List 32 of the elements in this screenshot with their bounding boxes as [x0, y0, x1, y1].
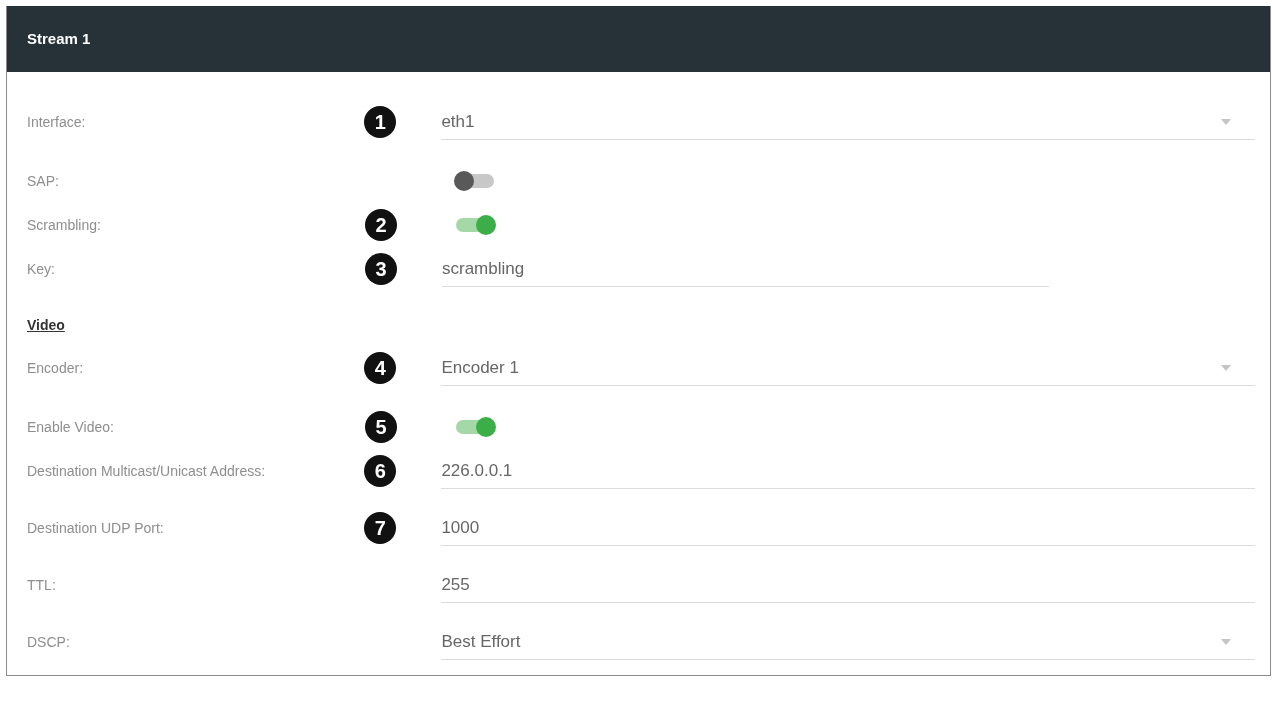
field-label: Encoder:: [27, 358, 85, 378]
text-field[interactable]: 1000: [441, 510, 1255, 546]
caret-down-icon: [1221, 364, 1231, 371]
callout-marker: 1: [364, 106, 397, 138]
field-label: Interface:: [27, 112, 87, 132]
dropdown-field[interactable]: Encoder 1: [441, 350, 1255, 386]
callout-marker: 2: [365, 209, 397, 241]
toggle-switch[interactable]: [454, 214, 496, 236]
field-label: TTL:: [27, 575, 57, 595]
field-label: DSCP:: [27, 632, 71, 652]
toggle-switch[interactable]: [454, 170, 496, 192]
field-label: Key:: [27, 259, 56, 279]
field-label: SAP:: [27, 171, 60, 191]
callout-marker: 4: [364, 352, 397, 384]
dropdown-field[interactable]: Best Effort: [441, 624, 1255, 660]
field-label: Destination UDP Port:: [27, 518, 165, 538]
caret-down-icon: [1221, 638, 1231, 645]
dropdown-field[interactable]: eth1: [441, 104, 1255, 140]
callout-marker: 6: [364, 455, 397, 487]
field-label: Destination Multicast/Unicast Address:: [27, 461, 267, 481]
text-field[interactable]: scrambling: [442, 251, 1049, 287]
section-heading: Video: [27, 315, 65, 335]
panel-title: Stream 1: [27, 28, 91, 49]
callout-marker: 3: [365, 253, 397, 285]
callout-marker: 7: [364, 512, 397, 544]
text-field[interactable]: 255: [441, 567, 1255, 603]
text-field[interactable]: 226.0.0.1: [441, 453, 1255, 489]
field-label: Scrambling:: [27, 215, 102, 235]
toggle-switch[interactable]: [454, 416, 496, 438]
caret-down-icon: [1221, 118, 1231, 125]
callout-marker: 5: [365, 411, 397, 443]
field-label: Enable Video:: [27, 417, 115, 437]
